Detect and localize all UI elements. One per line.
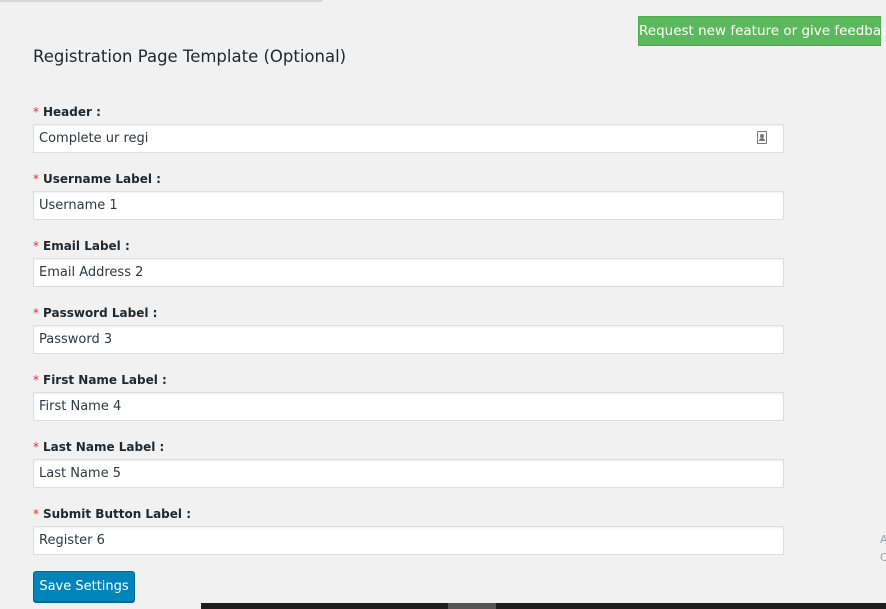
save-settings-button[interactable]: Save Settings (33, 571, 135, 602)
password-label: * Password Label : (33, 305, 784, 325)
field-last-name-label: * Last Name Label : (33, 439, 784, 488)
clipped-edge-text: A C (880, 531, 886, 567)
required-marker: * (33, 507, 39, 521)
top-divider (0, 0, 322, 2)
field-header: * Header : (33, 104, 784, 153)
last-name-label-text: Last Name Label : (43, 440, 165, 454)
request-feature-feedback-button[interactable]: Request new feature or give feedback (638, 16, 886, 46)
username-label-input[interactable] (33, 191, 784, 220)
field-first-name-label: * First Name Label : (33, 372, 784, 421)
last-name-label-input[interactable] (33, 459, 784, 488)
submit-button-label: * Submit Button Label : (33, 506, 784, 526)
clipped-edge-text-bottom: C (880, 551, 886, 564)
username-label: * Username Label : (33, 171, 784, 191)
submit-button-label-input[interactable] (33, 526, 784, 555)
required-marker: * (33, 239, 39, 253)
email-label-text: Email Label : (43, 239, 130, 253)
last-name-label: * Last Name Label : (33, 439, 784, 459)
scrollbar-thumb[interactable] (448, 603, 496, 609)
field-username-label: * Username Label : (33, 171, 784, 220)
header-input[interactable] (33, 124, 784, 153)
contact-card-icon[interactable] (757, 131, 767, 144)
header-label: * Header : (33, 104, 784, 124)
header-input-wrapper (33, 124, 784, 153)
clipped-edge-text-top: A (880, 533, 886, 546)
username-label-text: Username Label : (43, 172, 161, 186)
email-label: * Email Label : (33, 238, 784, 258)
field-email-label: * Email Label : (33, 238, 784, 287)
horizontal-scrollbar[interactable] (201, 603, 886, 609)
first-name-label-input[interactable] (33, 392, 784, 421)
field-submit-button-label: * Submit Button Label : (33, 506, 784, 555)
header-label-text: Header : (43, 105, 101, 119)
required-marker: * (33, 440, 39, 454)
password-label-input[interactable] (33, 325, 784, 354)
required-marker: * (33, 172, 39, 186)
password-label-text: Password Label : (43, 306, 158, 320)
first-name-label: * First Name Label : (33, 372, 784, 392)
first-name-label-text: First Name Label : (43, 373, 167, 387)
field-password-label: * Password Label : (33, 305, 784, 354)
submit-button-label-text: Submit Button Label : (43, 507, 191, 521)
required-marker: * (33, 105, 39, 119)
email-label-input[interactable] (33, 258, 784, 287)
required-marker: * (33, 306, 39, 320)
page-title: Registration Page Template (Optional) (33, 47, 347, 66)
required-marker: * (33, 373, 39, 387)
